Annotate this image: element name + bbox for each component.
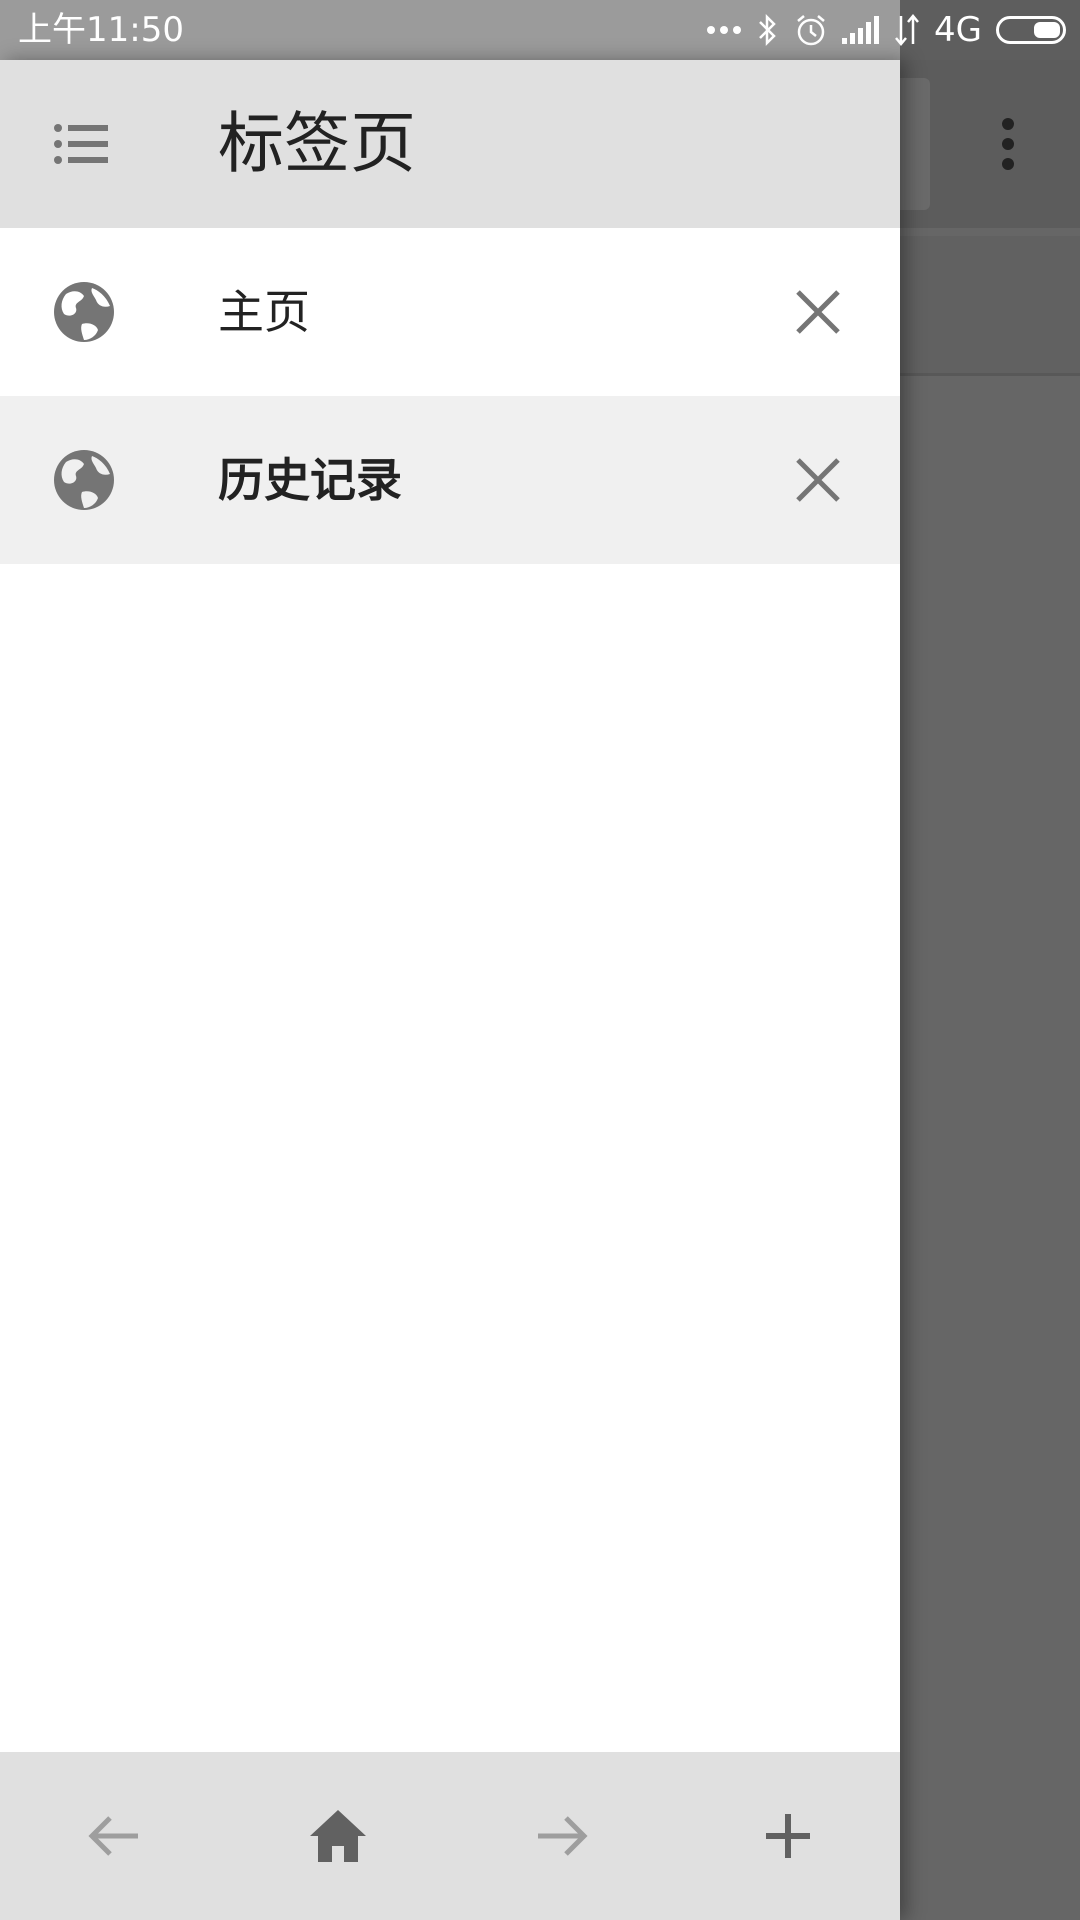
globe-icon [54,450,114,510]
network-type-label: 4G [934,10,982,50]
signal-icon [842,16,880,44]
forward-arrow-icon[interactable] [530,1804,594,1868]
alarm-icon [797,15,825,46]
data-arrows-icon [895,14,919,46]
status-bar: 上午11:50 4G [0,0,1080,60]
background-content [900,378,1080,1920]
list-icon[interactable] [50,112,114,176]
close-icon[interactable] [786,280,850,344]
tab-item-history[interactable]: 历史记录 [0,396,900,564]
tabs-drawer: 标签页 主页 历史记录 [0,60,900,1920]
battery-icon [996,16,1066,44]
close-icon[interactable] [786,448,850,512]
home-icon[interactable] [306,1804,370,1868]
status-icons: 4G [706,0,1066,60]
tab-label: 主页 [218,285,310,339]
drawer-bottom-bar [0,1752,900,1920]
globe-icon [54,282,114,342]
back-arrow-icon[interactable] [82,1804,146,1868]
status-time: 上午11:50 [18,10,184,50]
bluetooth-icon [759,13,776,47]
tab-item-home[interactable]: 主页 [0,228,900,396]
more-dots-icon [707,26,742,34]
add-icon[interactable] [756,1804,820,1868]
background-tab-strip [900,236,1080,376]
tab-label: 历史记录 [218,453,402,507]
drawer-header: 标签页 [0,60,900,228]
more-options-icon [980,100,1036,188]
drawer-title: 标签页 [218,105,416,182]
